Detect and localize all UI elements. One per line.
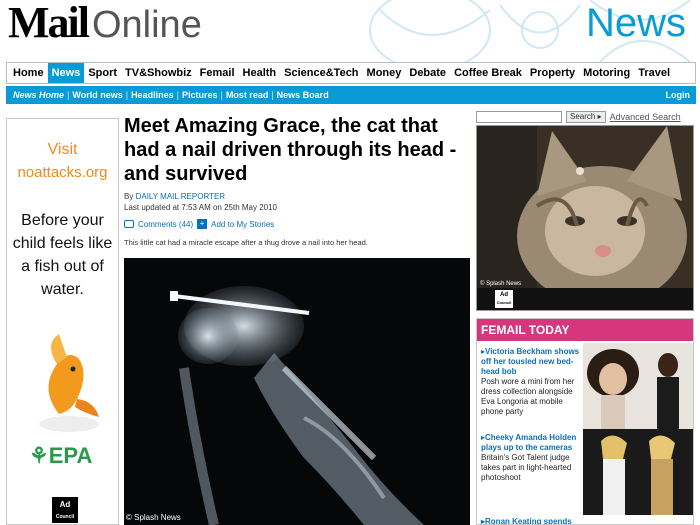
- subnav-news-home[interactable]: News Home: [10, 90, 67, 100]
- nav-travel[interactable]: Travel: [634, 63, 674, 83]
- ad-council-logo: Ad Council: [52, 497, 78, 523]
- femail-title: FEMAIL TODAY: [477, 319, 693, 341]
- logo-mail-text: Mail: [8, 0, 90, 47]
- article-headline: Meet Amazing Grace, the cat that had a n…: [124, 115, 457, 185]
- femail-story-text: Britain's Got Talent judge takes part in…: [481, 453, 572, 482]
- femail-story-text: Posh wore a mini from her dress collecti…: [481, 377, 575, 416]
- add-story-icon: +: [197, 219, 208, 229]
- nav-debate[interactable]: Debate: [405, 63, 450, 83]
- subnav-most-read[interactable]: Most read: [223, 90, 272, 100]
- ad-strip: Ad Council: [477, 288, 693, 310]
- femail-story-3[interactable]: ▸Ronan Keating spends: [481, 517, 572, 524]
- site-header: Mail Online News: [0, 0, 700, 62]
- ad-url-text: noattacks.org: [17, 164, 108, 181]
- nav-tv-showbiz[interactable]: TV&Showbiz: [121, 63, 196, 83]
- femail-story-title[interactable]: Victoria Beckham shows off her tousled n…: [481, 347, 579, 376]
- epa-leaf-icon: ⚘: [29, 443, 49, 468]
- nav-money[interactable]: Money: [363, 63, 406, 83]
- xray-cat-image: [124, 258, 470, 525]
- left-advertisement[interactable]: Visit noattacks.org Before your child fe…: [6, 118, 119, 525]
- nav-news[interactable]: News: [47, 63, 85, 83]
- nav-science-tech[interactable]: Science&Tech: [280, 63, 362, 83]
- search-bar: Search ▸ Advanced Search: [476, 110, 696, 124]
- ad-council-logo-small: Ad Council: [495, 290, 513, 308]
- cat-photo-credit: © Splash News: [480, 281, 522, 287]
- nav-health[interactable]: Health: [239, 63, 281, 83]
- search-button-label: Search: [570, 112, 596, 121]
- ad-body-text: Before your child feels like a fish out …: [12, 212, 113, 298]
- subnav-headlines[interactable]: Headlines: [128, 90, 177, 100]
- subnav-news-board[interactable]: News Board: [274, 90, 332, 100]
- search-input[interactable]: [476, 111, 562, 123]
- adc-text-1: Ad: [59, 500, 71, 509]
- femail-story-1[interactable]: ▸Victoria Beckham shows off her tousled …: [481, 347, 581, 417]
- xray-credit: © Splash News: [126, 513, 181, 522]
- femail-story-title[interactable]: Ronan Keating spends: [485, 517, 572, 524]
- adc-text-2: Council: [55, 514, 75, 520]
- subnav-world-news[interactable]: World news: [69, 90, 125, 100]
- nav-coffee-break[interactable]: Coffee Break: [450, 63, 526, 83]
- advanced-search-link[interactable]: Advanced Search: [610, 112, 681, 122]
- logo-online-text: Online: [91, 4, 202, 46]
- epa-logo: ⚘EPA: [29, 443, 92, 469]
- nav-motoring[interactable]: Motoring: [579, 63, 634, 83]
- xray-photo: © Splash News: [124, 258, 470, 525]
- adc-small-text-2: Council: [496, 300, 512, 305]
- article-intro: This little cat had a miracle escape aft…: [124, 238, 368, 247]
- byline-updated: Last updated at 7:53 AM on 25th May 2010: [124, 203, 277, 212]
- subnav-pictures[interactable]: Pictures: [179, 90, 221, 100]
- login-link[interactable]: Login: [666, 86, 691, 104]
- comments-link[interactable]: Comments (44): [138, 220, 193, 229]
- article-byline: By DAILY MAIL REPORTER Last updated at 7…: [124, 191, 470, 213]
- adc-small-text-1: Ad: [500, 292, 508, 298]
- femail-today-panel: FEMAIL TODAY ▸Victoria Beckham shows off…: [476, 318, 694, 525]
- nav-home[interactable]: Home: [9, 63, 48, 83]
- epa-text: EPA: [48, 443, 93, 468]
- victoria-beckham-photo: [583, 343, 693, 429]
- goldfish-illustration: [39, 334, 99, 432]
- nav-property[interactable]: Property: [526, 63, 579, 83]
- femail-story-title[interactable]: Cheeky Amanda Holden plays up to the cam…: [481, 433, 576, 452]
- ad-visit-text: Visit: [47, 141, 78, 158]
- search-button[interactable]: Search ▸: [566, 111, 606, 123]
- article-tools: Comments (44) + Add to My Stories: [124, 219, 470, 229]
- byline-author[interactable]: DAILY MAIL REPORTER: [136, 192, 226, 201]
- site-logo[interactable]: Mail Online: [8, 0, 202, 46]
- section-title: News: [585, 1, 686, 45]
- comment-icon: [124, 220, 134, 228]
- nav-femail[interactable]: Femail: [196, 63, 239, 83]
- main-navigation: Home News Sport TV&Showbiz Femail Health Scien…: [6, 62, 696, 84]
- femail-story-2[interactable]: ▸Cheeky Amanda Holden plays up to the ca…: [481, 433, 581, 483]
- add-to-stories-link[interactable]: Add to My Stories: [211, 220, 274, 229]
- cat-photo: © Splash News Ad Council: [476, 125, 694, 311]
- amanda-holden-photo: [583, 429, 693, 515]
- article: Meet Amazing Grace, the cat that had a n…: [124, 112, 470, 247]
- nav-sport[interactable]: Sport: [84, 63, 121, 83]
- byline-prefix: By: [124, 192, 134, 201]
- sub-navigation: News Home | World news | Headlines | Pictur…: [6, 86, 696, 104]
